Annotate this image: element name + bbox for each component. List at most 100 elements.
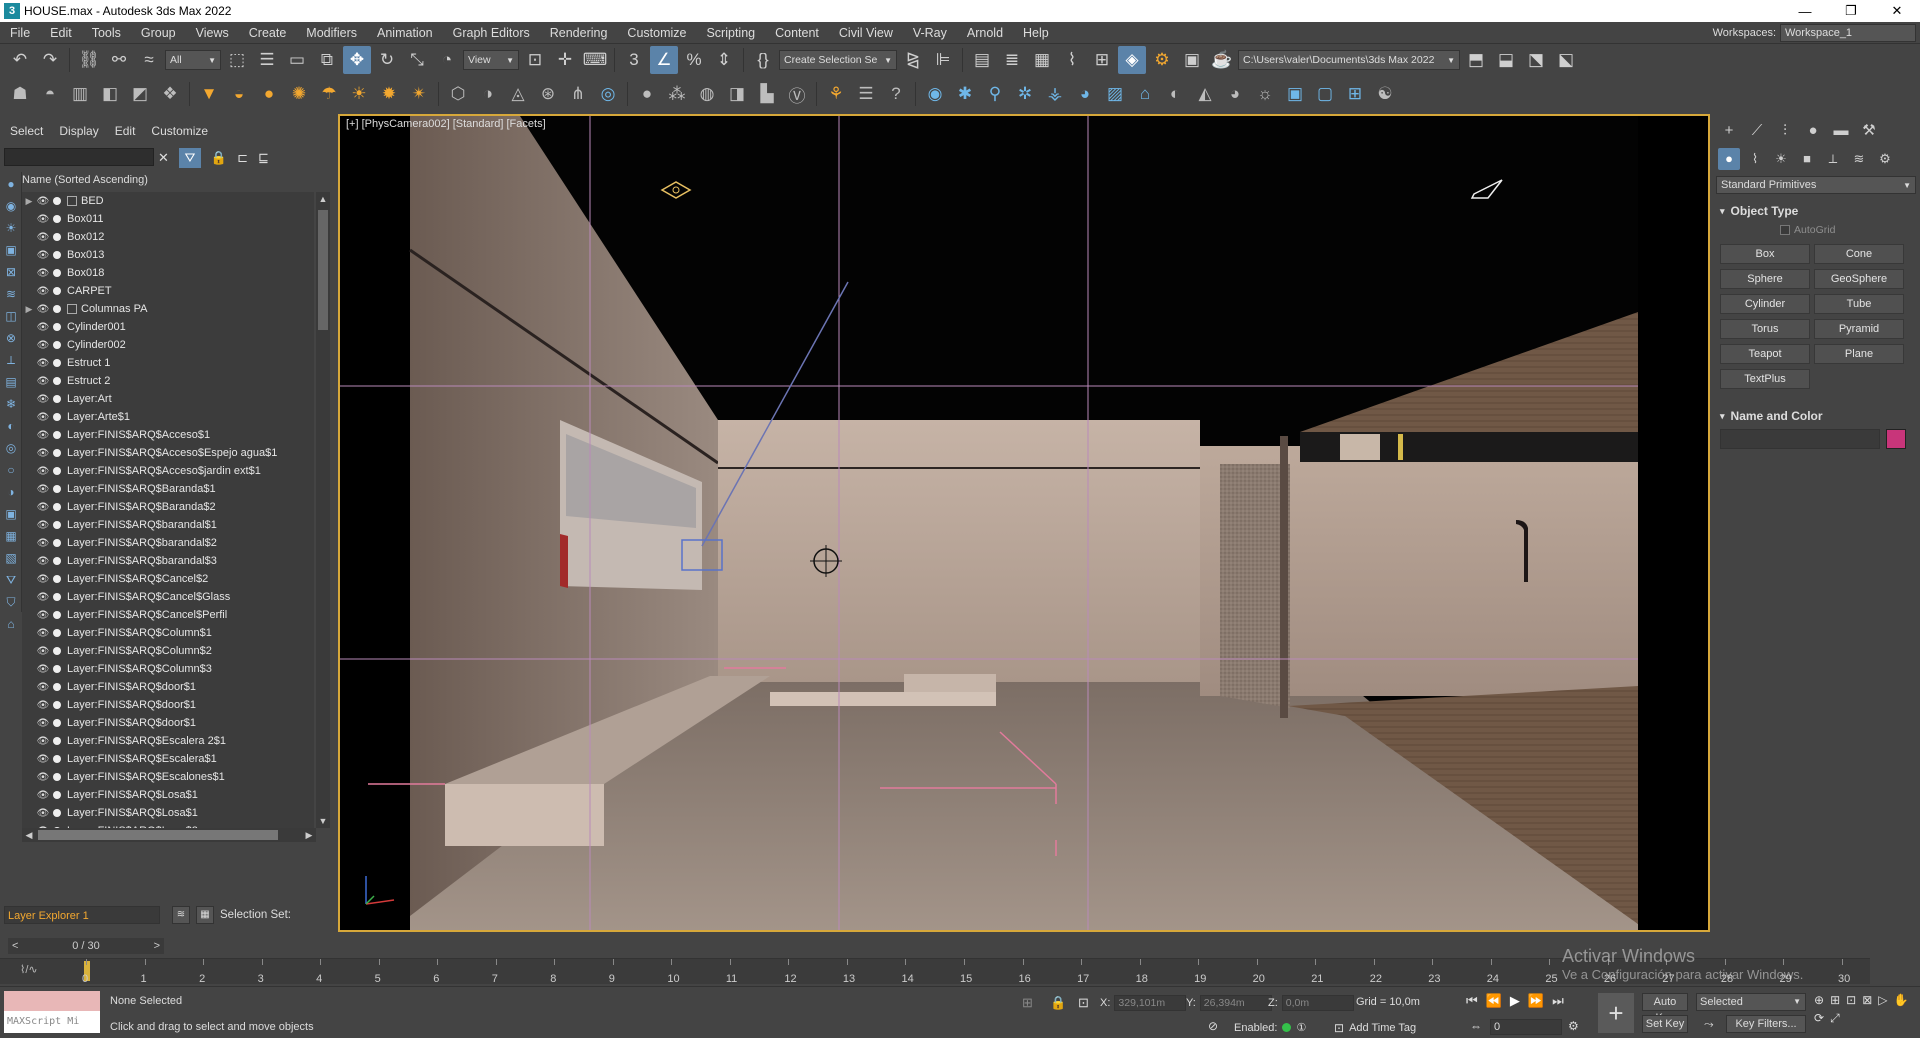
select-manipulate-icon[interactable]: ✛ (551, 46, 579, 74)
freeze-toggle-icon[interactable] (53, 323, 61, 331)
visibility-eye-icon[interactable]: 👁 (36, 304, 50, 315)
explorer-row[interactable]: 👁 Box013 (22, 246, 314, 264)
freeze-toggle-icon[interactable] (53, 287, 61, 295)
select-and-scale-icon[interactable]: ⤡ (403, 46, 431, 74)
expand-arrow-icon[interactable]: ▶ (22, 304, 36, 315)
explorer-row[interactable]: 👁 Layer:FINIS$ARQ$Cancel$Glass (22, 588, 314, 606)
shapes-category-icon[interactable]: ⌇ (1744, 148, 1766, 170)
menu-views[interactable]: Views (186, 26, 239, 40)
schematic-view-icon[interactable]: ⊞ (1088, 46, 1116, 74)
visibility-eye-icon[interactable]: 👁 (36, 268, 50, 279)
vray-material-convert-icon[interactable]: ◍ (693, 80, 721, 108)
explorer-row[interactable]: 👁 Layer:FINIS$ARQ$barandal$3 (22, 552, 314, 570)
bind-space-warp-icon[interactable]: ≈ (135, 46, 163, 74)
freeze-toggle-icon[interactable] (53, 647, 61, 655)
visibility-eye-icon[interactable]: 👁 (36, 808, 50, 819)
filter-funnel-icon[interactable]: ⛛ (1, 570, 21, 590)
box-button[interactable]: Box (1720, 244, 1810, 264)
visibility-eye-icon[interactable]: 👁 (36, 376, 50, 387)
menu-graph-editors[interactable]: Graph Editors (443, 26, 540, 40)
display-dependents-icon[interactable]: ▧ (1, 548, 21, 568)
display-helpers-icon[interactable]: ⊠ (1, 262, 21, 282)
explorer-row[interactable]: 👁 Layer:FINIS$ARQ$Losa$1 (22, 804, 314, 822)
arnold-mesh-light-icon[interactable]: ◕ (1071, 80, 1099, 108)
menu-vray[interactable]: V-Ray (903, 26, 957, 40)
explorer-row[interactable]: 👁 Layer:FINIS$ARQ$Escalera$1 (22, 750, 314, 768)
toggle-layer-explorer-icon[interactable]: ≣ (998, 46, 1026, 74)
freeze-toggle-icon[interactable] (53, 611, 61, 619)
vray-material-library-icon[interactable]: ◨ (723, 80, 751, 108)
selection-set-icon[interactable]: ▦ (196, 906, 214, 924)
tube-button[interactable]: Tube (1814, 294, 1904, 314)
time-configuration-icon[interactable]: ⚙ (1568, 1019, 1579, 1033)
arnold-portal-icon[interactable]: ⌂ (1131, 80, 1159, 108)
spinner-snap-icon[interactable]: ⇕ (710, 46, 738, 74)
freeze-toggle-icon[interactable] (53, 629, 61, 637)
default-in-out-tangents-icon[interactable]: ⤳ (1704, 1017, 1714, 1032)
keyboard-shortcut-override-icon[interactable]: ⌨ (581, 46, 609, 74)
arnold-volume-icon[interactable]: ◭ (1191, 80, 1219, 108)
freeze-toggle-icon[interactable] (53, 665, 61, 673)
scroll-thumb[interactable] (38, 830, 278, 840)
scroll-right-icon[interactable]: ▶ (302, 828, 316, 842)
visibility-eye-icon[interactable]: 👁 (36, 196, 50, 207)
pan-view-icon[interactable]: ✋ (1893, 993, 1908, 1007)
utilities-tab-icon[interactable]: ⚒ (1858, 120, 1880, 142)
create-tab-icon[interactable]: + (1718, 120, 1740, 142)
maxscript-output[interactable] (4, 991, 100, 1011)
vray-sun-icon[interactable]: ☀ (345, 80, 373, 108)
teapot-button[interactable]: Teapot (1720, 344, 1810, 364)
explorer-row[interactable]: 👁 Cylinder001 (22, 318, 314, 336)
modify-tab-icon[interactable]: ⟋ (1746, 120, 1768, 142)
arnold-procedural-icon[interactable]: ◕ (1221, 80, 1249, 108)
project-open-icon[interactable]: ⬕ (1552, 46, 1580, 74)
explorer-row[interactable]: ▶ 👁 Columnas PA (22, 300, 314, 318)
rectangular-selection-icon[interactable]: ▭ (283, 46, 311, 74)
display-hidden-icon[interactable]: ◐ (1, 416, 21, 436)
display-groups-icon[interactable]: ◫ (1, 306, 21, 326)
freeze-toggle-icon[interactable] (53, 341, 61, 349)
visibility-eye-icon[interactable]: 👁 (36, 736, 50, 747)
field-of-view-icon[interactable]: ▷ (1878, 993, 1887, 1007)
display-none-icon[interactable]: ○ (1, 460, 21, 480)
visibility-eye-icon[interactable]: 👁 (36, 682, 50, 693)
explorer-row[interactable]: 👁 Layer:FINIS$ARQ$Acceso$jardin ext$1 (22, 462, 314, 480)
viewport-scene[interactable] (340, 116, 1708, 930)
explorer-menu-customize[interactable]: Customize (151, 124, 208, 138)
menu-content[interactable]: Content (765, 26, 829, 40)
freeze-toggle-icon[interactable] (53, 485, 61, 493)
visibility-eye-icon[interactable]: 👁 (36, 430, 50, 441)
project-new-icon[interactable]: ⬓ (1492, 46, 1520, 74)
display-influences-icon[interactable]: ▦ (1, 526, 21, 546)
explorer-row[interactable]: 👁 Box011 (22, 210, 314, 228)
project-folder-icon[interactable]: ⬒ (1462, 46, 1490, 74)
visibility-eye-icon[interactable]: 👁 (36, 790, 50, 801)
vray-material-multi-icon[interactable]: ⁂ (663, 80, 691, 108)
render-setup-icon[interactable]: ⚙ (1148, 46, 1176, 74)
vray-sunlight-icon[interactable]: ✹ (375, 80, 403, 108)
explorer-row[interactable]: 👁 Cylinder002 (22, 336, 314, 354)
autogrid-option[interactable]: AutoGrid (1716, 224, 1916, 236)
hierarchy-icon[interactable]: ⊏ (237, 150, 248, 166)
freeze-toggle-icon[interactable] (53, 431, 61, 439)
layers-icon[interactable]: ≋ (172, 906, 190, 924)
menu-file[interactable]: File (0, 26, 40, 40)
viewport-label[interactable]: [+] [PhysCamera002] [Standard] [Facets] (346, 118, 546, 130)
angle-snap-icon[interactable]: ∠ (650, 46, 678, 74)
freeze-toggle-icon[interactable] (53, 215, 61, 223)
freeze-toggle-icon[interactable] (53, 809, 61, 817)
torus-button[interactable]: Torus (1720, 319, 1810, 339)
explorer-row[interactable]: 👁 Layer:FINIS$ARQ$door$1 (22, 696, 314, 714)
redo-icon[interactable]: ↷ (36, 46, 64, 74)
cameras-category-icon[interactable]: ■ (1796, 148, 1818, 170)
close-button[interactable]: ✕ (1874, 0, 1920, 22)
scroll-left-icon[interactable]: ◀ (22, 828, 36, 842)
display-bones-icon[interactable]: ⟂ (1, 350, 21, 370)
visibility-eye-icon[interactable]: 👁 (36, 754, 50, 765)
arnold-layout-icon[interactable]: ▣ (1281, 80, 1309, 108)
link-icon[interactable]: ⛓ (75, 46, 103, 74)
menu-modifiers[interactable]: Modifiers (296, 26, 367, 40)
vray-light-icon[interactable]: ▼ (195, 80, 223, 108)
filter-funnel-alt-icon[interactable]: ⛉ (1, 592, 21, 612)
menu-civil-view[interactable]: Civil View (829, 26, 903, 40)
